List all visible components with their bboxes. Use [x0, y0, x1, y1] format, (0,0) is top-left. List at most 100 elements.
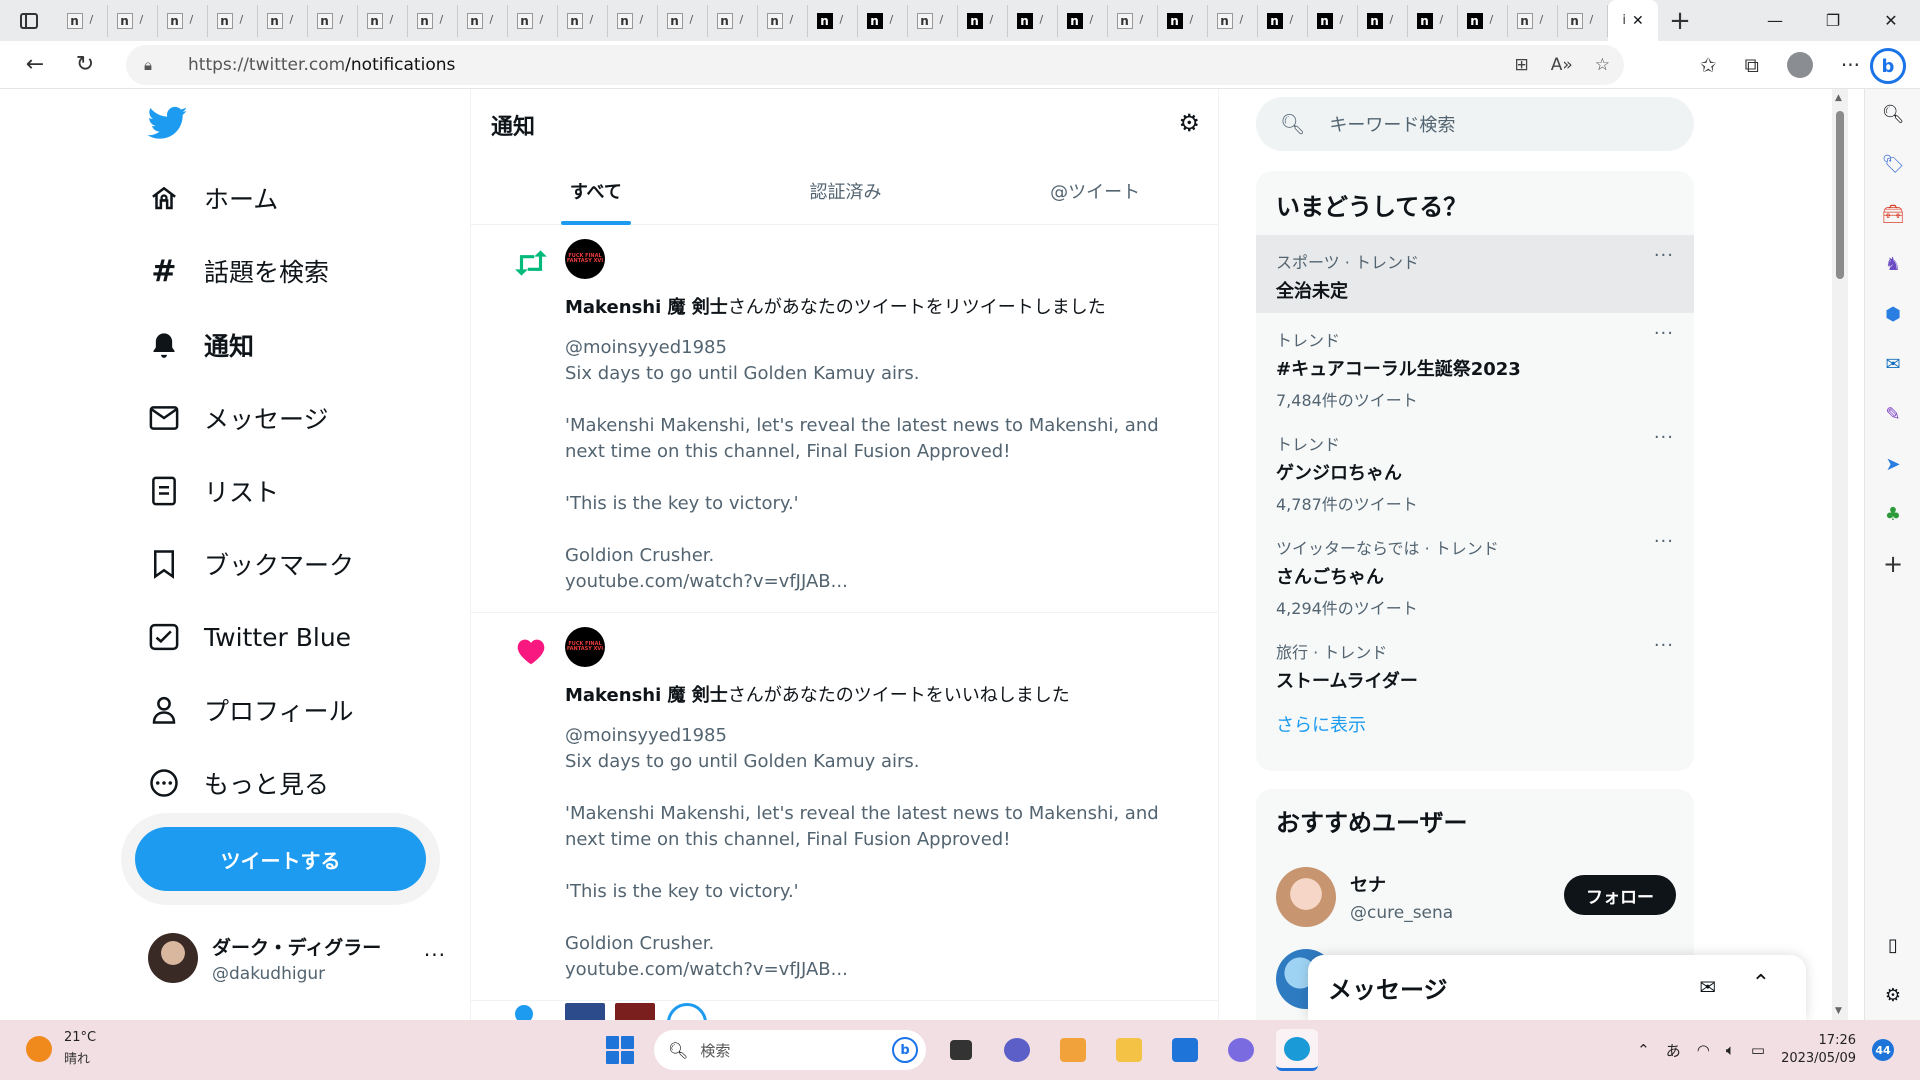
- search-icon[interactable]: 🔍︎: [1865, 89, 1920, 139]
- suggested-user[interactable]: セナ @cure_sena フォロー: [1276, 865, 1676, 929]
- clock[interactable]: 17:26 2023/05/09: [1781, 1032, 1856, 1068]
- battery-icon[interactable]: ▭: [1751, 1041, 1765, 1059]
- nav-twitter-blue[interactable]: Twitter Blue: [148, 612, 351, 662]
- shopping-tag-icon[interactable]: 🏷︎: [1865, 139, 1920, 189]
- tab-close-icon[interactable]: [589, 13, 599, 26]
- browser-tab[interactable]: n: [358, 4, 408, 37]
- tab-all[interactable]: すべて: [471, 157, 721, 225]
- browser-tab[interactable]: n: [1008, 4, 1058, 37]
- trend-item[interactable]: トレンド ゲンジロちゃん 4,787件のツイート ···: [1256, 417, 1694, 521]
- browser-tab[interactable]: n: [458, 4, 508, 37]
- browser-tab[interactable]: n: [108, 4, 158, 37]
- browser-tab[interactable]: n: [1508, 4, 1558, 37]
- tab-actions-button[interactable]: [0, 0, 58, 41]
- browser-tab[interactable]: n: [1058, 4, 1108, 37]
- notification-item-partial[interactable]: [471, 1001, 1220, 1020]
- weather-widget[interactable]: 21°C 晴れ: [26, 1030, 96, 1067]
- browser-tab[interactable]: n: [658, 4, 708, 37]
- tab-close-icon[interactable]: [1489, 13, 1499, 26]
- settings-gear-icon[interactable]: ⚙: [1865, 970, 1920, 1020]
- notification-item[interactable]: FUCK FINAL FANTASY XVI Makenshi 魔 剣士さんがあ…: [471, 613, 1218, 1001]
- back-button[interactable]: ←: [10, 41, 60, 89]
- tools-icon[interactable]: 🧰︎: [1865, 189, 1920, 239]
- split-screen-icon[interactable]: ▯: [1865, 920, 1920, 970]
- wifi-icon[interactable]: ◠: [1697, 1041, 1710, 1059]
- add-favorite-icon[interactable]: ☆: [1595, 55, 1610, 75]
- chevron-up-icon[interactable]: ⌃: [1637, 1041, 1650, 1059]
- tab-close-icon[interactable]: [289, 13, 299, 26]
- tab-close-icon[interactable]: [789, 13, 799, 26]
- browser-tab[interactable]: n: [158, 4, 208, 37]
- browser-tab[interactable]: n: [308, 4, 358, 37]
- tab-close-icon[interactable]: [1539, 13, 1549, 26]
- browser-tab[interactable]: n: [858, 4, 908, 37]
- tab-close-icon[interactable]: [1289, 13, 1299, 26]
- settings-more-icon[interactable]: ···: [1841, 53, 1860, 77]
- mail-icon[interactable]: [1164, 1029, 1206, 1071]
- twitter-logo-icon[interactable]: [148, 103, 188, 143]
- trend-more-icon[interactable]: ···: [1654, 427, 1674, 448]
- tab-close-icon[interactable]: [989, 13, 999, 26]
- browser-tab[interactable]: n: [1308, 4, 1358, 37]
- account-switcher[interactable]: ダーク・ディグラー @dakudhigur ···: [148, 927, 448, 989]
- tab-close-icon[interactable]: [189, 13, 199, 26]
- browser-tab[interactable]: n: [508, 4, 558, 37]
- tab-close-icon[interactable]: [1189, 13, 1199, 26]
- microsoft365-icon[interactable]: ⬢: [1865, 289, 1920, 339]
- browser-tab[interactable]: n: [558, 4, 608, 37]
- active-browser-tab[interactable]: i ✕: [1608, 0, 1658, 41]
- close-window-button[interactable]: ✕: [1862, 0, 1920, 41]
- taskbar-search[interactable]: 🔍︎ 検索 b: [654, 1030, 926, 1070]
- trend-item[interactable]: ツイッターならでは · トレンド さんごちゃん 4,294件のツイート ···: [1256, 521, 1694, 625]
- tab-mentions[interactable]: @ツイート: [970, 157, 1220, 225]
- nav-profile[interactable]: プロフィール: [148, 685, 354, 735]
- tab-close-icon[interactable]: [939, 13, 949, 26]
- tab-close-icon[interactable]: [1389, 13, 1399, 26]
- drop-icon[interactable]: ➤: [1865, 439, 1920, 489]
- trend-item[interactable]: トレンド #キュアコーラル生誕祭2023 7,484件のツイート ···: [1256, 313, 1694, 417]
- task-view-icon[interactable]: [940, 1029, 982, 1071]
- scrollbar-thumb[interactable]: [1836, 111, 1844, 279]
- clipchamp-icon[interactable]: [1052, 1029, 1094, 1071]
- account-more-icon[interactable]: ···: [424, 943, 446, 967]
- browser-tab[interactable]: n: [1558, 4, 1608, 37]
- nav-bookmarks[interactable]: ブックマーク: [148, 539, 354, 589]
- tab-close-icon[interactable]: [239, 13, 249, 26]
- tab-verified[interactable]: 認証済み: [721, 157, 971, 225]
- restore-button[interactable]: ❐: [1804, 0, 1862, 41]
- trend-item[interactable]: スポーツ · トレンド 全治未定 ···: [1256, 235, 1694, 313]
- designer-icon[interactable]: ✎: [1865, 389, 1920, 439]
- app-available-icon[interactable]: ⊞: [1514, 55, 1528, 75]
- read-aloud-icon[interactable]: A»: [1551, 55, 1573, 75]
- actor-name[interactable]: Makenshi 魔 剣士: [565, 297, 728, 318]
- browser-tab[interactable]: n: [1258, 4, 1308, 37]
- search-input[interactable]: 🔍︎ キーワード検索: [1256, 97, 1694, 151]
- collections-icon[interactable]: ⧉: [1745, 53, 1759, 77]
- tab-close-icon[interactable]: [639, 13, 649, 26]
- favorites-icon[interactable]: ✩: [1700, 53, 1717, 77]
- add-icon[interactable]: +: [1865, 539, 1920, 589]
- windows-start-icon[interactable]: [606, 1036, 634, 1064]
- tab-close-icon[interactable]: [1589, 13, 1599, 26]
- bing-copilot-button[interactable]: b: [1870, 48, 1906, 84]
- tab-close-icon[interactable]: [889, 13, 899, 26]
- trend-more-icon[interactable]: ···: [1654, 245, 1674, 266]
- trend-item[interactable]: 旅行 · トレンド ストームライダー ···: [1256, 625, 1694, 703]
- page-scrollbar[interactable]: ▲ ▼: [1832, 89, 1848, 1020]
- tab-close-icon[interactable]: [1039, 13, 1049, 26]
- browser-tab[interactable]: n: [758, 4, 808, 37]
- browser-tab[interactable]: n: [1158, 4, 1208, 37]
- tab-close-icon[interactable]: [1439, 13, 1449, 26]
- outlook-icon[interactable]: ✉: [1865, 339, 1920, 389]
- trend-more-icon[interactable]: ···: [1654, 635, 1674, 656]
- browser-tab[interactable]: n: [958, 4, 1008, 37]
- teams-chat-icon[interactable]: [996, 1029, 1038, 1071]
- browser-tab[interactable]: n: [608, 4, 658, 37]
- nav-more[interactable]: もっと見る: [148, 758, 329, 808]
- scroll-down-icon[interactable]: ▼: [1835, 1006, 1842, 1016]
- nav-lists[interactable]: リスト: [148, 466, 279, 516]
- tweet-button[interactable]: ツイートする: [135, 827, 426, 891]
- nav-messages[interactable]: メッセージ: [148, 393, 329, 443]
- volume-icon[interactable]: 🔈︎: [1726, 1041, 1735, 1059]
- browser-tab[interactable]: n: [708, 4, 758, 37]
